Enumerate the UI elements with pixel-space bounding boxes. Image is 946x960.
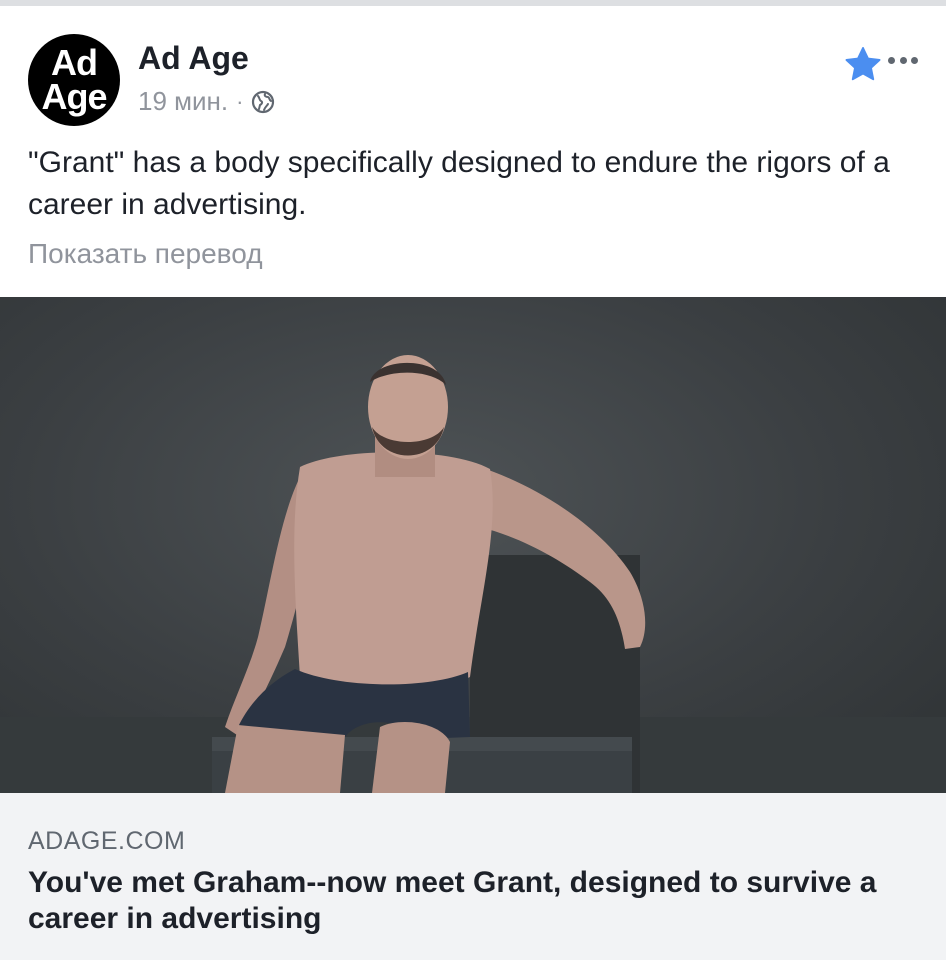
photo-left-leg	[225, 725, 345, 793]
link-preview-card[interactable]: ADAGE.COM You've met Graham--now meet Gr…	[0, 793, 946, 960]
star-icon[interactable]	[842, 44, 884, 86]
page-name-link[interactable]: Ad Age	[138, 40, 249, 77]
photo-torso	[294, 452, 493, 689]
more-dot	[899, 56, 907, 64]
link-domain: ADAGE.COM	[28, 827, 186, 855]
avatar[interactable]: Ad Age	[28, 34, 120, 126]
post-message: "Grant" has a body specifically designed…	[28, 146, 890, 221]
post-meta: 19 мин. ·	[138, 86, 275, 117]
see-translation-link[interactable]: Показать перевод	[28, 238, 263, 270]
more-icon[interactable]	[888, 50, 918, 70]
more-dot	[911, 56, 918, 64]
post-timestamp[interactable]: 19 мин.	[138, 86, 228, 117]
meta-separator: ·	[236, 88, 244, 114]
post-header: Ad Age Ad Age 19 мин. ·	[28, 34, 918, 126]
feed-post: Ad Age Ad Age 19 мин. · "Grant" has a bo…	[0, 6, 946, 960]
post-photo[interactable]	[0, 297, 946, 793]
photo-illustration	[0, 355, 946, 793]
avatar-line-2: Age	[41, 76, 107, 117]
photo-right-leg	[372, 722, 450, 793]
avatar-line-1: Ad	[51, 42, 98, 83]
more-dot	[888, 56, 895, 64]
globe-icon	[251, 90, 275, 114]
link-title[interactable]: You've met Graham--now meet Grant, desig…	[28, 865, 908, 937]
